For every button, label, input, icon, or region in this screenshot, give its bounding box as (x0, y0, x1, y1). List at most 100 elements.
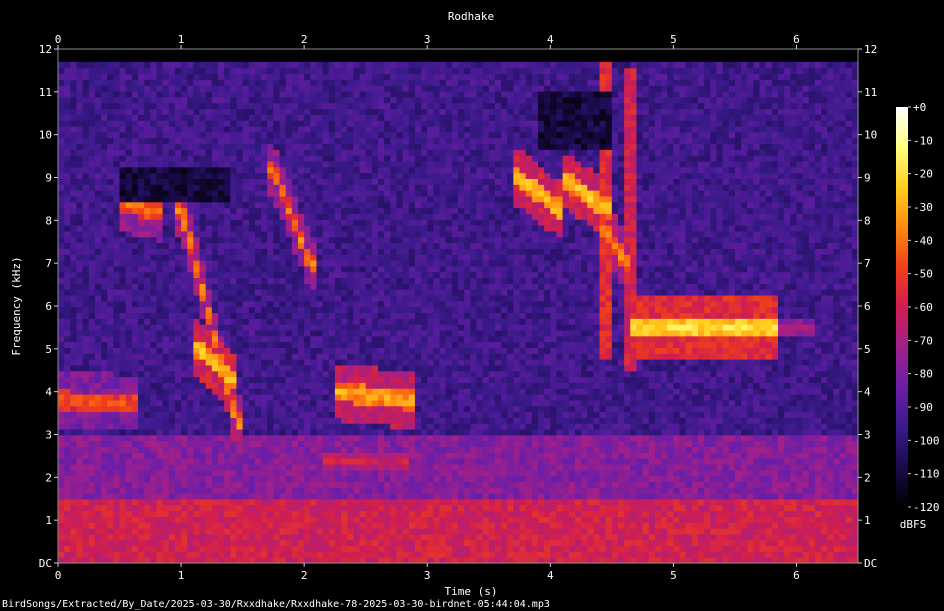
spectrogram-cell (193, 120, 201, 127)
spectrogram-cell (144, 207, 151, 214)
spectrogram-cell (101, 359, 108, 366)
spectrogram-cell (261, 265, 268, 273)
spectrogram-cell (113, 324, 121, 331)
spectrogram-cell (94, 469, 102, 477)
spectrogram-cell (88, 545, 96, 552)
spectrogram-cell (298, 428, 305, 436)
spectrogram-cell (101, 522, 108, 529)
spectrogram-cell (347, 184, 354, 191)
spectrogram-cell (261, 201, 268, 209)
spectrogram-cell (261, 125, 268, 133)
spectrogram-cell (125, 225, 133, 232)
spectrogram-cell (211, 434, 219, 442)
spectrogram-cell (174, 114, 182, 121)
spectrogram-cell (304, 79, 311, 86)
spectrogram-cell (365, 364, 373, 372)
spectrogram-cell (254, 120, 262, 127)
spectrogram-cell (218, 463, 225, 471)
spectrogram-cell (273, 312, 281, 319)
spectrogram-cell (113, 254, 121, 261)
spectrogram-cell (205, 114, 213, 121)
spectrogram-cell (285, 329, 293, 337)
spectrogram-cell (58, 178, 65, 185)
spectrogram-cell (273, 108, 281, 115)
spectrogram-cell (131, 388, 139, 395)
spectrogram-cell (322, 230, 330, 238)
spectrogram-cell (125, 394, 133, 401)
spectrogram-cell (328, 463, 336, 471)
spectrogram-cell (174, 289, 182, 296)
spectrogram-cell (236, 259, 244, 267)
spectrogram-cell (254, 306, 262, 314)
spectrogram-cell (199, 79, 207, 86)
spectrogram-cell (58, 131, 65, 139)
spectrogram-cell (82, 481, 90, 488)
spectrogram-cell (119, 364, 127, 372)
spectrogram-cell (248, 434, 256, 442)
spectrogram-cell (205, 341, 213, 348)
spectrogram-cell (298, 265, 305, 273)
spectrogram-cell (261, 294, 268, 302)
spectrogram-cell (254, 388, 262, 395)
spectrogram-cell (353, 411, 361, 418)
spectrogram-cell (70, 248, 78, 255)
spectrogram-cell (76, 510, 84, 517)
spectrogram-cell (181, 551, 188, 558)
spectrogram-cell (316, 120, 324, 127)
spectrogram-cell (138, 143, 145, 150)
spectrogram-cell (310, 510, 318, 517)
spectrogram-cell (279, 102, 287, 110)
spectrogram-cell (199, 289, 207, 296)
spectrogram-cell (341, 242, 348, 249)
spectrogram-cell (254, 61, 262, 69)
spectrogram-cell (408, 242, 416, 249)
spectrogram-cell (390, 423, 398, 430)
spectrogram-cell (125, 289, 133, 296)
spectrogram-cell (365, 370, 373, 378)
spectrogram-cell (384, 230, 391, 238)
spectrogram-cell (378, 353, 385, 360)
spectrogram-cell (101, 353, 108, 360)
spectrogram-cell (347, 446, 354, 453)
spectrogram-cell (390, 539, 398, 547)
spectrogram-cell (273, 225, 281, 232)
spectrogram-cell (353, 114, 361, 121)
spectrogram-cell (125, 172, 133, 179)
spectrogram-cell (248, 67, 256, 75)
spectrogram-cell (150, 370, 158, 378)
spectrogram-cell (242, 108, 250, 115)
spectrogram-cell (162, 178, 170, 185)
spectrogram-cell (211, 516, 219, 523)
spectrogram-cell (211, 312, 219, 319)
spectrogram-cell (119, 481, 127, 488)
spectrogram-cell (64, 364, 71, 372)
spectrogram-cell (291, 114, 299, 121)
spectrogram-cell (384, 90, 391, 98)
spectrogram-cell (150, 184, 158, 191)
spectrogram-cell (193, 440, 201, 448)
spectrogram-cell (248, 516, 256, 523)
spectrogram-cell (254, 434, 262, 442)
spectrogram-cell (285, 469, 293, 477)
spectrogram-cell (328, 353, 336, 360)
spectrogram-cell (138, 85, 145, 92)
spectrogram-cell (150, 289, 158, 296)
spectrogram-cell (199, 143, 207, 150)
spectrogram-cell (193, 277, 201, 284)
spectrogram-cell (396, 539, 404, 547)
spectrogram-cell (273, 399, 281, 407)
spectrogram-cell (279, 184, 287, 191)
spectrogram-cell (341, 254, 348, 261)
spectrogram-cell (150, 353, 158, 360)
spectrogram-cell (107, 463, 114, 471)
spectrogram-cell (70, 428, 78, 436)
spectrogram-cell (131, 504, 139, 512)
spectrogram-cell (162, 312, 170, 319)
spectrogram-cell (131, 190, 139, 197)
spectrogram-cell (334, 440, 342, 448)
spectrogram-cell (359, 353, 367, 360)
spectrogram-cell (174, 300, 182, 308)
spectrogram-cell (328, 120, 336, 127)
spectrogram-cell (285, 277, 293, 284)
spectrogram-cell (218, 172, 225, 179)
